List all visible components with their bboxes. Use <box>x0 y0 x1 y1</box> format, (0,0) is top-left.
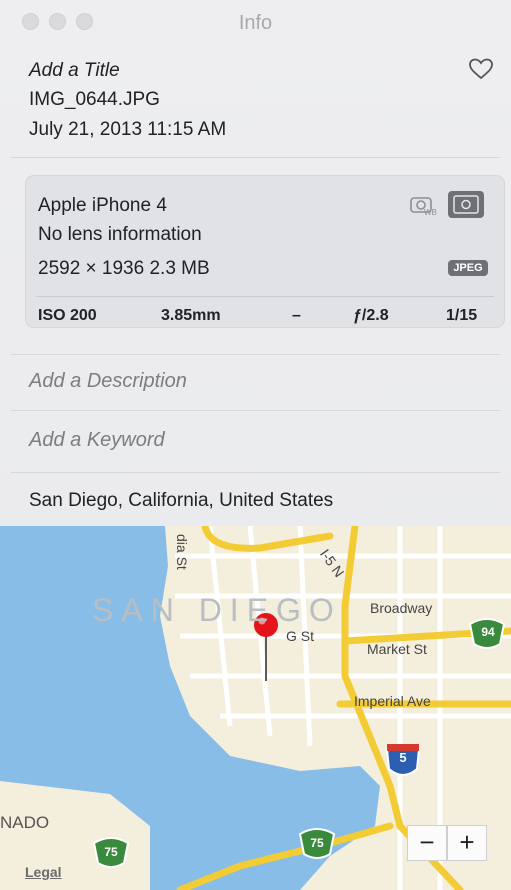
info-window: Info Add a Title IMG_0644.JPG July 21, 2… <box>0 0 511 890</box>
heart-icon[interactable] <box>468 57 494 81</box>
exposure-compensation: – <box>292 307 301 324</box>
filename: IMG_0644.JPG <box>29 89 160 110</box>
svg-text:WB: WB <box>424 208 437 217</box>
map-label-india-st: dia St <box>174 534 190 570</box>
zoom-in-button[interactable]: + <box>447 825 487 861</box>
map-label-g-st: G St <box>286 628 315 644</box>
divider <box>11 410 500 411</box>
shield-94-label: 94 <box>481 625 495 639</box>
legal-link[interactable]: Legal <box>25 864 62 880</box>
focal-length: 3.85mm <box>161 307 221 324</box>
shield-75-label: 75 <box>104 845 118 859</box>
resolution-size: 2592 × 1936 2.3 MB <box>38 258 210 279</box>
exif-divider <box>36 296 494 297</box>
camera-white-balance-icon: WB <box>410 197 437 217</box>
iso-value: ISO 200 <box>38 307 97 324</box>
shield-i5-label: 5 <box>399 750 407 765</box>
zoom-out-button[interactable]: − <box>407 825 447 861</box>
divider <box>11 157 500 158</box>
location-label: San Diego, California, United States <box>29 490 334 511</box>
date-time: July 21, 2013 11:15 AM <box>29 119 227 140</box>
window-title: Info <box>238 12 273 34</box>
format-badge: JPEG <box>448 260 488 276</box>
title-field[interactable]: Add a Title <box>29 60 120 82</box>
divider <box>11 472 500 473</box>
divider <box>11 354 500 355</box>
keyword-field[interactable]: Add a Keyword <box>29 429 165 452</box>
titlebar: Info <box>0 0 511 44</box>
lens-info: No lens information <box>38 224 202 245</box>
map-label-broadway: Broadway <box>370 600 433 616</box>
map-city-label: SAN DIEGO <box>92 592 342 628</box>
aperture: ƒ/2.8 <box>353 307 389 324</box>
camera-model: Apple iPhone 4 <box>38 195 167 216</box>
map-label-coronado: NADO <box>0 813 50 832</box>
camera-info-card: Apple iPhone 4 No lens information 2592 … <box>25 175 505 328</box>
map-label-market: Market St <box>367 641 427 657</box>
metering-mode-icon <box>448 191 484 218</box>
shield-75-label: 75 <box>310 836 324 850</box>
map-label-imperial: Imperial Ave <box>354 693 431 709</box>
description-field[interactable]: Add a Description <box>29 370 187 393</box>
shutter-speed: 1/15 <box>446 307 478 324</box>
